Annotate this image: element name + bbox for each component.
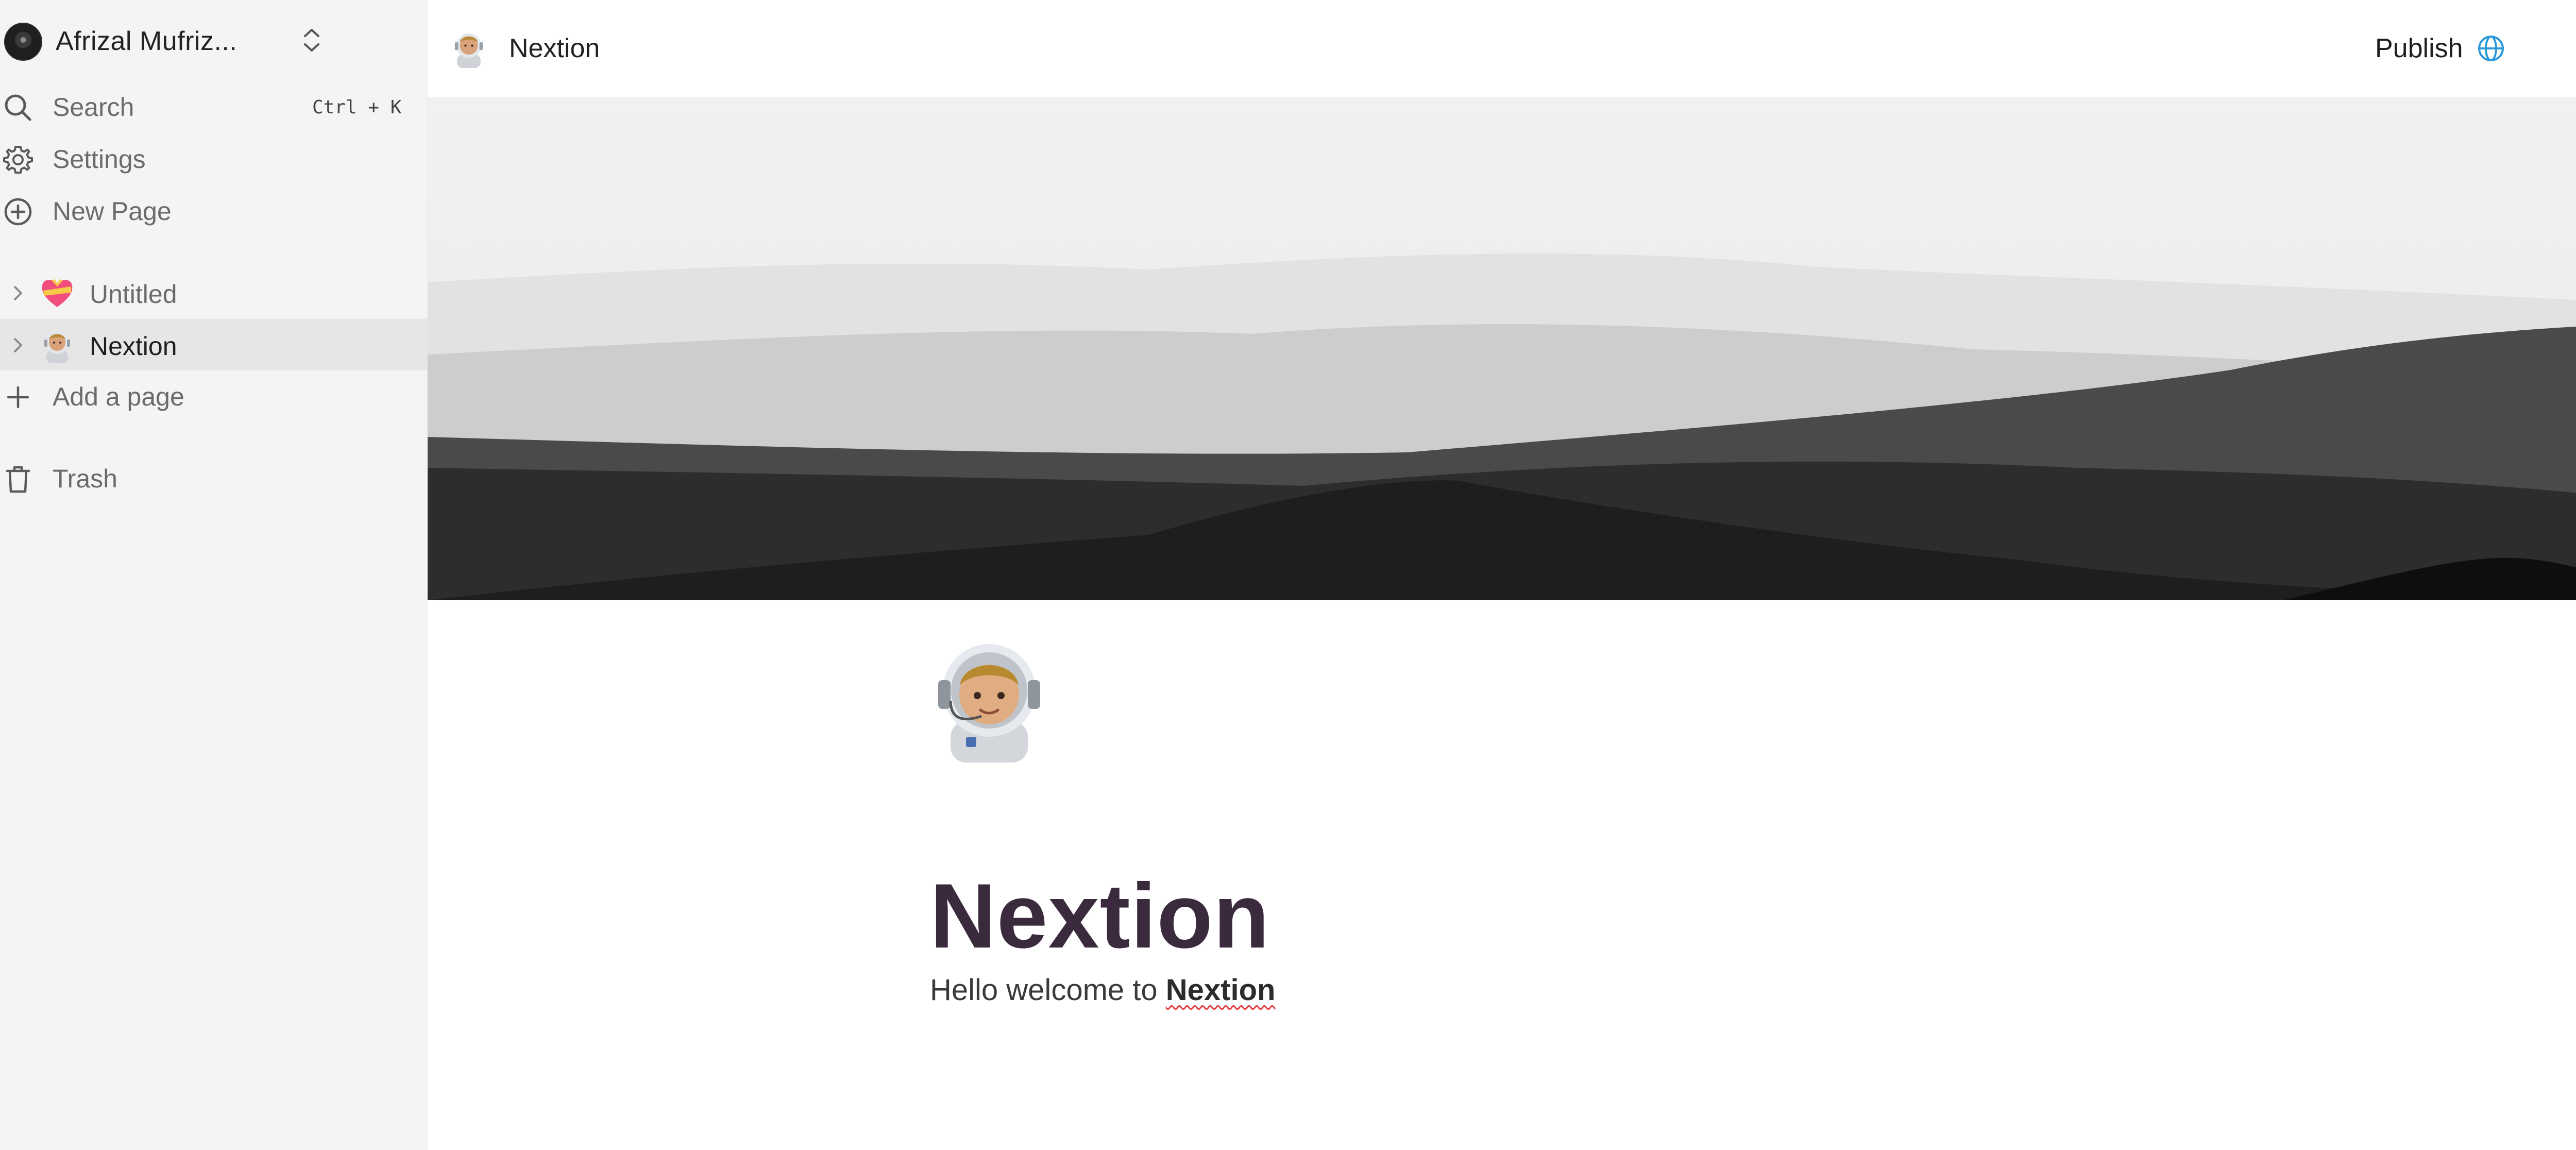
heart-with-ribbon-icon — [42, 279, 73, 307]
app-window: Afrizal Mufriz... Search Ctrl + K Settin… — [0, 0, 2576, 1150]
sidebar-new-page[interactable]: New Page — [0, 185, 428, 237]
breadcrumb-title[interactable]: Nextion — [509, 33, 600, 64]
top-bar: Nextion Publish — [428, 0, 2576, 97]
sidebar-add-page[interactable]: Add a page — [0, 371, 428, 422]
astronaut-icon — [44, 331, 70, 363]
gear-icon — [3, 146, 33, 174]
sidebar-new-page-label: New Page — [53, 197, 172, 226]
astronaut-icon[interactable] — [930, 639, 1048, 763]
sidebar-page-untitled[interactable]: Untitled — [0, 267, 428, 318]
publish-button[interactable]: Publish — [2365, 25, 2516, 72]
workspace-switcher[interactable]: Afrizal Mufriz... — [0, 0, 428, 80]
workspace-avatar[interactable] — [4, 23, 42, 61]
sidebar-search[interactable]: Search Ctrl + K — [0, 81, 428, 133]
plus-icon — [7, 386, 29, 409]
body-text-bold: Nextion — [1165, 973, 1276, 1007]
sidebar-settings[interactable]: Settings — [0, 133, 428, 185]
astronaut-icon — [454, 33, 483, 68]
sidebar-search-label: Search — [53, 93, 134, 122]
cover-landscape-graphic — [428, 97, 2576, 600]
sidebar-trash-label: Trash — [53, 464, 117, 493]
plus-circle-icon — [4, 198, 32, 226]
sidebar: Afrizal Mufriz... Search Ctrl + K Settin… — [0, 0, 428, 1150]
sidebar-page-nextion[interactable]: Nextion — [0, 319, 428, 370]
chevron-right-icon[interactable] — [10, 283, 26, 303]
search-icon — [5, 94, 31, 121]
sidebar-page-label: Nextion — [90, 332, 177, 361]
globe-icon — [2478, 36, 2504, 61]
workspace-name[interactable]: Afrizal Mufriz... — [56, 26, 237, 57]
sidebar-add-page-label: Add a page — [53, 382, 184, 411]
cover-image[interactable] — [428, 97, 2576, 600]
sidebar-settings-label: Settings — [53, 145, 146, 174]
page-body-text[interactable]: Hello welcome to Nextion — [930, 973, 1275, 1007]
search-shortcut: Ctrl + K — [312, 96, 402, 118]
main-content: Nextion Publish Nextion Hello welcome to… — [428, 0, 2576, 1150]
trash-icon — [6, 466, 30, 493]
chevron-right-icon[interactable] — [10, 335, 26, 355]
publish-label: Publish — [2375, 33, 2463, 63]
page-title[interactable]: Nextion — [930, 870, 1270, 962]
sidebar-page-label: Untitled — [90, 280, 177, 309]
body-text-prefix: Hello welcome to — [930, 973, 1166, 1007]
sidebar-trash[interactable]: Trash — [0, 453, 428, 504]
chevron-up-down-icon[interactable] — [299, 24, 325, 57]
